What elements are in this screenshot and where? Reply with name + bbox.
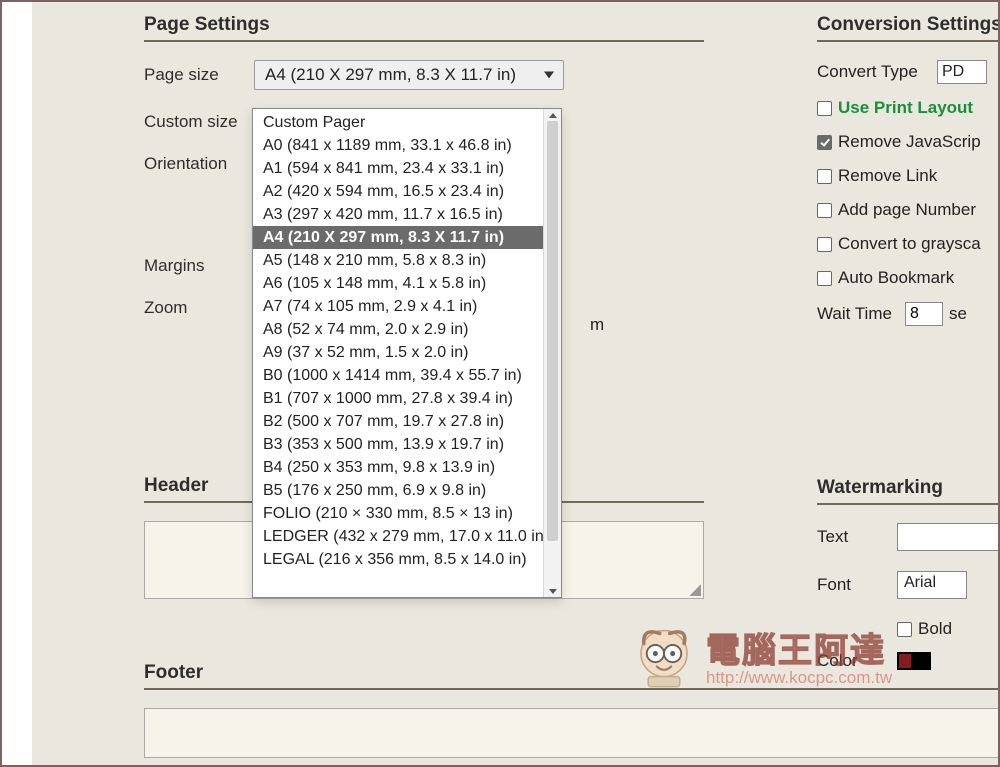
watermarking-section: Watermarking Text Font Arial Bold Color [817, 477, 1000, 671]
watermark-bold-label: Bold [918, 619, 952, 639]
use-print-layout-label[interactable]: Use Print Layout [838, 98, 973, 118]
page-size-option[interactable]: B5 (176 x 250 mm, 6.9 x 9.8 in) [253, 479, 543, 502]
watermark-text-input[interactable] [897, 523, 1000, 551]
page-size-option[interactable]: A5 (148 x 210 mm, 5.8 x 8.3 in) [253, 249, 543, 272]
remove-link-checkbox[interactable] [817, 169, 832, 184]
footer-textarea[interactable] [144, 708, 1000, 758]
page-size-select[interactable]: A4 (210 X 297 mm, 8.3 X 11.7 in) [254, 60, 564, 90]
page-size-option[interactable]: A9 (37 x 52 mm, 1.5 x 2.0 in) [253, 341, 543, 364]
dropdown-scrollbar[interactable] [543, 109, 561, 597]
page-size-option[interactable]: A3 (297 x 420 mm, 11.7 x 16.5 in) [253, 203, 543, 226]
page-size-dropdown[interactable]: Custom PagerA0 (841 x 1189 mm, 33.1 x 46… [252, 108, 562, 598]
page-size-option[interactable]: B0 (1000 x 1414 mm, 39.4 x 55.7 in) [253, 364, 543, 387]
page-settings-title: Page Settings [144, 14, 704, 42]
scrollbar-thumb[interactable] [547, 121, 558, 541]
page-size-option[interactable]: A6 (105 x 148 mm, 4.1 x 5.8 in) [253, 272, 543, 295]
page-size-option[interactable]: A7 (74 x 105 mm, 2.9 x 4.1 in) [253, 295, 543, 318]
remove-link-label: Remove Link [838, 166, 937, 186]
page-size-option[interactable]: B3 (353 x 500 mm, 13.9 x 19.7 in) [253, 433, 543, 456]
watermark-color-swatch[interactable] [897, 652, 931, 670]
footer-section: Footer [144, 662, 1000, 758]
page-size-option[interactable]: LEDGER (432 x 279 mm, 17.0 x 11.0 in) [253, 525, 543, 548]
wait-time-label: Wait Time [817, 304, 905, 324]
watermarking-title: Watermarking [817, 477, 1000, 505]
page-size-option[interactable]: A1 (594 x 841 mm, 23.4 x 33.1 in) [253, 157, 543, 180]
page-size-option[interactable]: A2 (420 x 594 mm, 16.5 x 23.4 in) [253, 180, 543, 203]
remove-javascript-checkbox[interactable] [817, 135, 832, 150]
wait-time-unit: se [949, 304, 967, 324]
conversion-settings-title: Conversion Settings [817, 14, 1000, 42]
zoom-label: Zoom [144, 298, 254, 318]
convert-grayscale-checkbox[interactable] [817, 237, 832, 252]
custom-size-label: Custom size [144, 112, 254, 132]
watermark-bold-checkbox[interactable] [897, 622, 912, 637]
scroll-down-arrow-icon[interactable] [544, 585, 561, 597]
page-size-option[interactable]: A8 (52 x 74 mm, 2.0 x 2.9 in) [253, 318, 543, 341]
page-size-option[interactable]: Custom Pager [253, 111, 543, 134]
page-size-option[interactable]: B4 (250 x 353 mm, 9.8 x 13.9 in) [253, 456, 543, 479]
watermark-text-label: Text [817, 527, 897, 547]
page-size-option[interactable]: LEGAL (216 x 356 mm, 8.5 x 14.0 in) [253, 548, 543, 571]
watermark-color-label: Color [817, 651, 897, 671]
use-print-layout-checkbox[interactable] [817, 101, 832, 116]
convert-type-label: Convert Type [817, 62, 937, 82]
conversion-settings-section: Conversion Settings Convert Type PD Use … [817, 14, 1000, 340]
resize-handle-icon[interactable] [689, 584, 701, 596]
orientation-label: Orientation [144, 154, 254, 174]
convert-grayscale-label: Convert to graysca [838, 234, 981, 254]
add-page-number-checkbox[interactable] [817, 203, 832, 218]
auto-bookmark-checkbox[interactable] [817, 271, 832, 286]
scroll-up-arrow-icon[interactable] [544, 109, 561, 121]
page-size-option[interactable]: FOLIO (210 × 330 mm, 8.5 × 13 in) [253, 502, 543, 525]
margins-unit-hint: m [590, 315, 604, 335]
convert-type-select[interactable]: PD [937, 60, 987, 84]
page-size-option[interactable]: A0 (841 x 1189 mm, 33.1 x 46.8 in) [253, 134, 543, 157]
add-page-number-label: Add page Number [838, 200, 976, 220]
page-size-option[interactable]: A4 (210 X 297 mm, 8.3 X 11.7 in) [253, 226, 543, 249]
watermark-font-select[interactable]: Arial [897, 571, 967, 599]
remove-javascript-label: Remove JavaScrip [838, 132, 981, 152]
page-size-option[interactable]: B1 (707 x 1000 mm, 27.8 x 39.4 in) [253, 387, 543, 410]
watermark-font-label: Font [817, 575, 897, 595]
margins-label: Margins [144, 256, 254, 276]
wait-time-input[interactable] [905, 302, 943, 326]
page-size-label: Page size [144, 65, 254, 85]
page-size-option[interactable]: B2 (500 x 707 mm, 19.7 x 27.8 in) [253, 410, 543, 433]
auto-bookmark-label: Auto Bookmark [838, 268, 954, 288]
